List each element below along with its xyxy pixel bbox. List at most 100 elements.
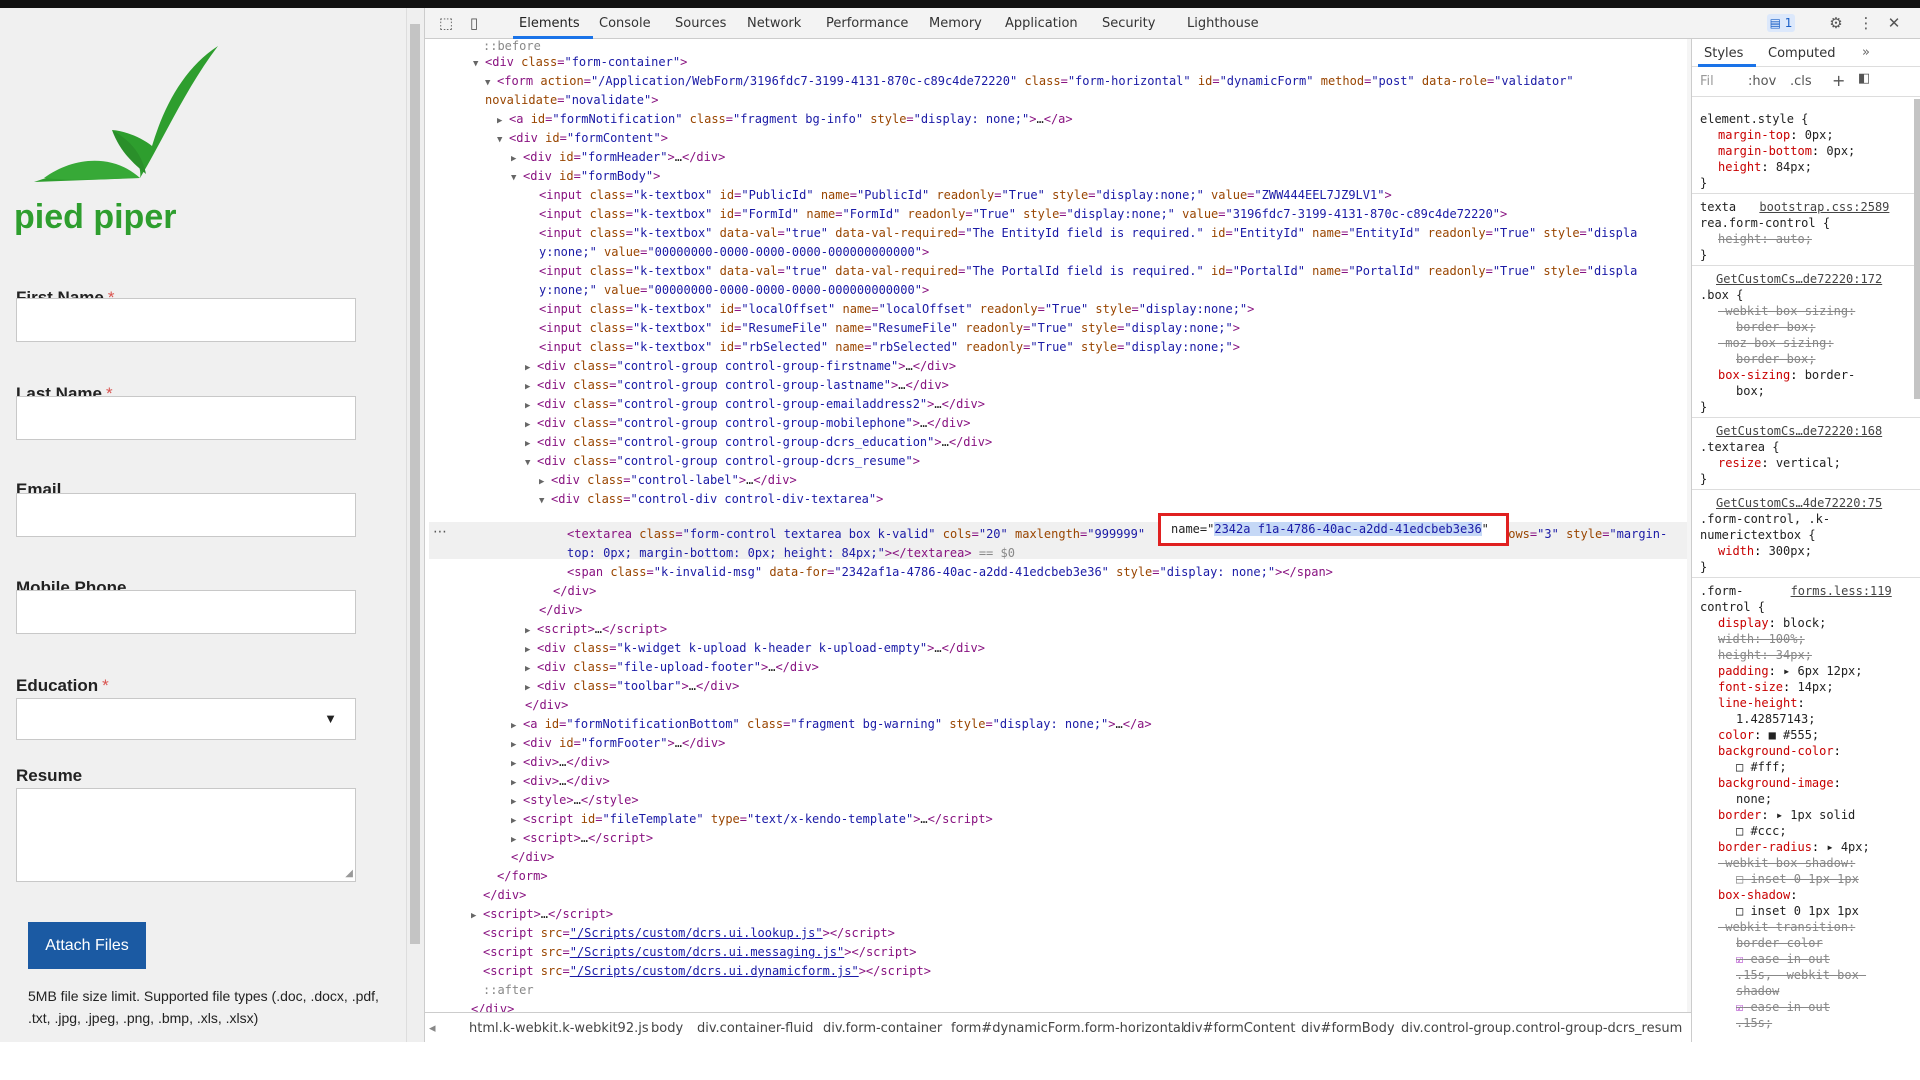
tree-node-selected-cont[interactable]: top: 0px; margin-bottom: 0px; height: 84… xyxy=(567,544,1015,563)
styles-filter-input[interactable]: Fil xyxy=(1700,74,1714,89)
breadcrumb-item[interactable]: form#dynamicForm.form-horizontal xyxy=(951,1021,1185,1036)
style-decl-overridden[interactable]: border-color xyxy=(1736,935,1823,951)
tree-node[interactable]: ▶ <div>…</div> xyxy=(511,772,610,791)
tree-node[interactable]: <input class="k-textbox" data-val="true"… xyxy=(539,224,1637,243)
tree-node[interactable]: ▶ <div class="k-widget k-upload k-header … xyxy=(525,639,985,658)
tree-node[interactable]: novalidate="novalidate"> xyxy=(485,91,658,110)
highlighted-attribute-edit[interactable]: name="2342a f1a-4786-40ac-a2dd-41edcbeb3… xyxy=(1158,513,1509,546)
tree-node-selected[interactable]: <textarea class="form-control textarea b… xyxy=(567,525,1145,544)
sidebar-toggle-icon[interactable]: ◧ xyxy=(1858,71,1870,86)
style-decl[interactable]: margin-bottom: 0px; xyxy=(1718,143,1855,159)
tree-node[interactable]: ▼ <form action="/Application/WebForm/3196… xyxy=(485,72,1574,91)
breadcrumb-item[interactable]: div.control-group.control-group-dcrs_res… xyxy=(1401,1021,1682,1036)
gear-icon[interactable]: ⚙ xyxy=(1827,14,1845,32)
style-source-link[interactable]: GetCustomCs…de72220:168 xyxy=(1716,423,1882,439)
first-name-input[interactable] xyxy=(16,298,356,342)
resume-textarea[interactable]: ◢ xyxy=(16,788,356,882)
tree-node[interactable]: </div> xyxy=(539,601,582,620)
tree-node[interactable]: ▶ <script id="fileTemplate" type="text/x-… xyxy=(511,810,993,829)
tree-node[interactable]: <script src="/Scripts/custom/dcrs.ui.dyn… xyxy=(483,962,931,981)
inspect-icon[interactable]: ⬚ xyxy=(437,14,455,32)
style-decl[interactable]: box-sizing: border- xyxy=(1718,367,1855,383)
style-decl-overridden[interactable]: -moz-box-sizing: xyxy=(1718,335,1834,351)
close-icon[interactable]: ✕ xyxy=(1885,14,1903,32)
style-decl[interactable]: padding: ▸ 6px 12px; xyxy=(1718,663,1863,679)
tab-elements[interactable]: Elements xyxy=(519,16,580,31)
attach-files-button[interactable]: Attach Files xyxy=(28,922,146,969)
tree-node[interactable]: y:none;" value="00000000-0000-0000-0000-… xyxy=(539,243,929,262)
kebab-icon[interactable]: ⋮ xyxy=(1857,14,1875,32)
style-decl[interactable]: border-radius: ▸ 4px; xyxy=(1718,839,1870,855)
style-decl[interactable]: background-image: xyxy=(1718,775,1841,791)
style-decl-overridden[interactable]: ☑ ease-in-out xyxy=(1736,951,1830,967)
tree-node[interactable]: y:none;" value="00000000-0000-0000-0000-… xyxy=(539,281,929,300)
style-decl[interactable]: resize: vertical; xyxy=(1718,455,1841,471)
breadcrumb-item[interactable]: body xyxy=(651,1021,683,1036)
style-decl-overridden[interactable]: ☑ ease-in-out xyxy=(1736,999,1830,1015)
tab-network[interactable]: Network xyxy=(747,16,801,31)
tab-computed[interactable]: Computed xyxy=(1768,46,1836,61)
tree-node[interactable]: ▶ <style>…</style> xyxy=(511,791,639,810)
style-decl-overridden[interactable]: height: auto; xyxy=(1718,231,1812,247)
breadcrumb-item[interactable]: div#formContent xyxy=(1183,1021,1295,1036)
style-decl-overridden[interactable]: -webkit-transition: xyxy=(1718,919,1855,935)
tab-sources[interactable]: Sources xyxy=(675,16,726,31)
styles-scrollbar-thumb[interactable] xyxy=(1914,99,1920,399)
email-input[interactable] xyxy=(16,493,356,537)
tree-node[interactable]: ▼ <div class="form-container"> xyxy=(473,53,687,72)
tree-node[interactable]: ▶ <div class="control-group control-group… xyxy=(525,414,971,433)
breadcrumb-item[interactable]: div.container-fluid xyxy=(697,1021,813,1036)
messages-badge[interactable]: ▤ 1 xyxy=(1767,14,1795,32)
style-source-link[interactable]: GetCustomCs…de72220:172 xyxy=(1716,271,1882,287)
style-decl[interactable]: margin-top: 0px; xyxy=(1718,127,1834,143)
breadcrumb-scroll-left-icon[interactable]: ◂ xyxy=(429,1021,436,1036)
style-decl[interactable]: display: block; xyxy=(1718,615,1826,631)
tab-memory[interactable]: Memory xyxy=(929,16,982,31)
tree-node[interactable]: ▶ <a id="formNotification" class="fragmen… xyxy=(497,110,1073,129)
tree-node[interactable]: ▼ <div id="formContent"> xyxy=(497,129,668,148)
tab-styles[interactable]: Styles xyxy=(1704,46,1743,61)
style-decl[interactable]: color: ■ #555; xyxy=(1718,727,1819,743)
tree-node[interactable]: ▶ <div class="control-label">…</div> xyxy=(539,471,797,490)
page-scrollbar[interactable] xyxy=(406,8,424,1042)
style-decl-overridden[interactable]: shadow xyxy=(1736,983,1779,999)
tree-node[interactable]: <input class="k-textbox" id="ResumeFile"… xyxy=(539,319,1240,338)
style-decl-overridden[interactable]: -webkit-box-shadow: xyxy=(1718,855,1855,871)
style-decl[interactable]: background-color: xyxy=(1718,743,1841,759)
tree-node[interactable]: ::after xyxy=(483,981,534,1000)
tree-node[interactable]: </div> xyxy=(471,1000,514,1012)
tree-node[interactable]: ▼ <div class="control-div control-div-tex… xyxy=(539,490,883,509)
tab-security[interactable]: Security xyxy=(1102,16,1155,31)
tree-node[interactable]: <script src="/Scripts/custom/dcrs.ui.mes… xyxy=(483,943,917,962)
attr-selected-value[interactable]: 2342a f1a-4786-40ac-a2dd-41edcbeb3e36 xyxy=(1214,522,1482,536)
style-decl[interactable]: border: ▸ 1px solid xyxy=(1718,807,1855,823)
breadcrumb-item[interactable]: html.k-webkit.k-webkit92.js xyxy=(469,1021,649,1036)
node-actions-icon[interactable]: ⋯ xyxy=(433,524,447,540)
breadcrumb-item[interactable]: div#formBody xyxy=(1301,1021,1395,1036)
tree-node[interactable]: ▶ <script>…</script> xyxy=(511,829,653,848)
style-source-link[interactable]: GetCustomCs…4de72220:75 xyxy=(1716,495,1882,511)
style-decl-overridden[interactable]: height: 34px; xyxy=(1718,647,1812,663)
style-decl[interactable]: height: 84px; xyxy=(1718,159,1812,175)
attribute-edit-text[interactable]: name="2342a f1a-4786-40ac-a2dd-41edcbeb3… xyxy=(1171,522,1489,536)
tree-node[interactable]: ▼ <div class="control-group control-group… xyxy=(525,452,920,471)
tree-node[interactable]: </div> xyxy=(553,582,596,601)
resize-grip-icon[interactable]: ◢ xyxy=(345,868,353,879)
style-decl-overridden[interactable]: border-box; xyxy=(1736,351,1815,367)
elements-dom-tree[interactable]: ⋯ ::before ▼ <div class="form-container">… xyxy=(425,39,1691,1012)
hov-toggle[interactable]: :hov xyxy=(1748,74,1776,89)
tree-node[interactable]: ▶ <div id="formFooter">…</div> xyxy=(511,734,725,753)
style-decl-overridden[interactable]: border-box; xyxy=(1736,319,1815,335)
tree-node[interactable]: <input class="k-textbox" id="PublicId" n… xyxy=(539,186,1392,205)
tree-node[interactable]: ▶ <div id="formHeader">…</div> xyxy=(511,148,725,167)
more-tabs-icon[interactable]: » xyxy=(1862,45,1870,60)
last-name-input[interactable] xyxy=(16,396,356,440)
tab-performance[interactable]: Performance xyxy=(826,16,908,31)
style-decl[interactable]: box-shadow: xyxy=(1718,887,1797,903)
tab-application[interactable]: Application xyxy=(1005,16,1078,31)
tree-node[interactable]: ▶ <div class="control-group control-group… xyxy=(525,433,992,452)
style-decl-overridden[interactable]: .15s; xyxy=(1736,1015,1772,1031)
tree-node[interactable]: ▶ <div class="toolbar">…</div> xyxy=(525,677,739,696)
education-select[interactable]: ▼ xyxy=(16,698,356,740)
tree-node[interactable]: <input class="k-textbox" id="FormId" nam… xyxy=(539,205,1507,224)
